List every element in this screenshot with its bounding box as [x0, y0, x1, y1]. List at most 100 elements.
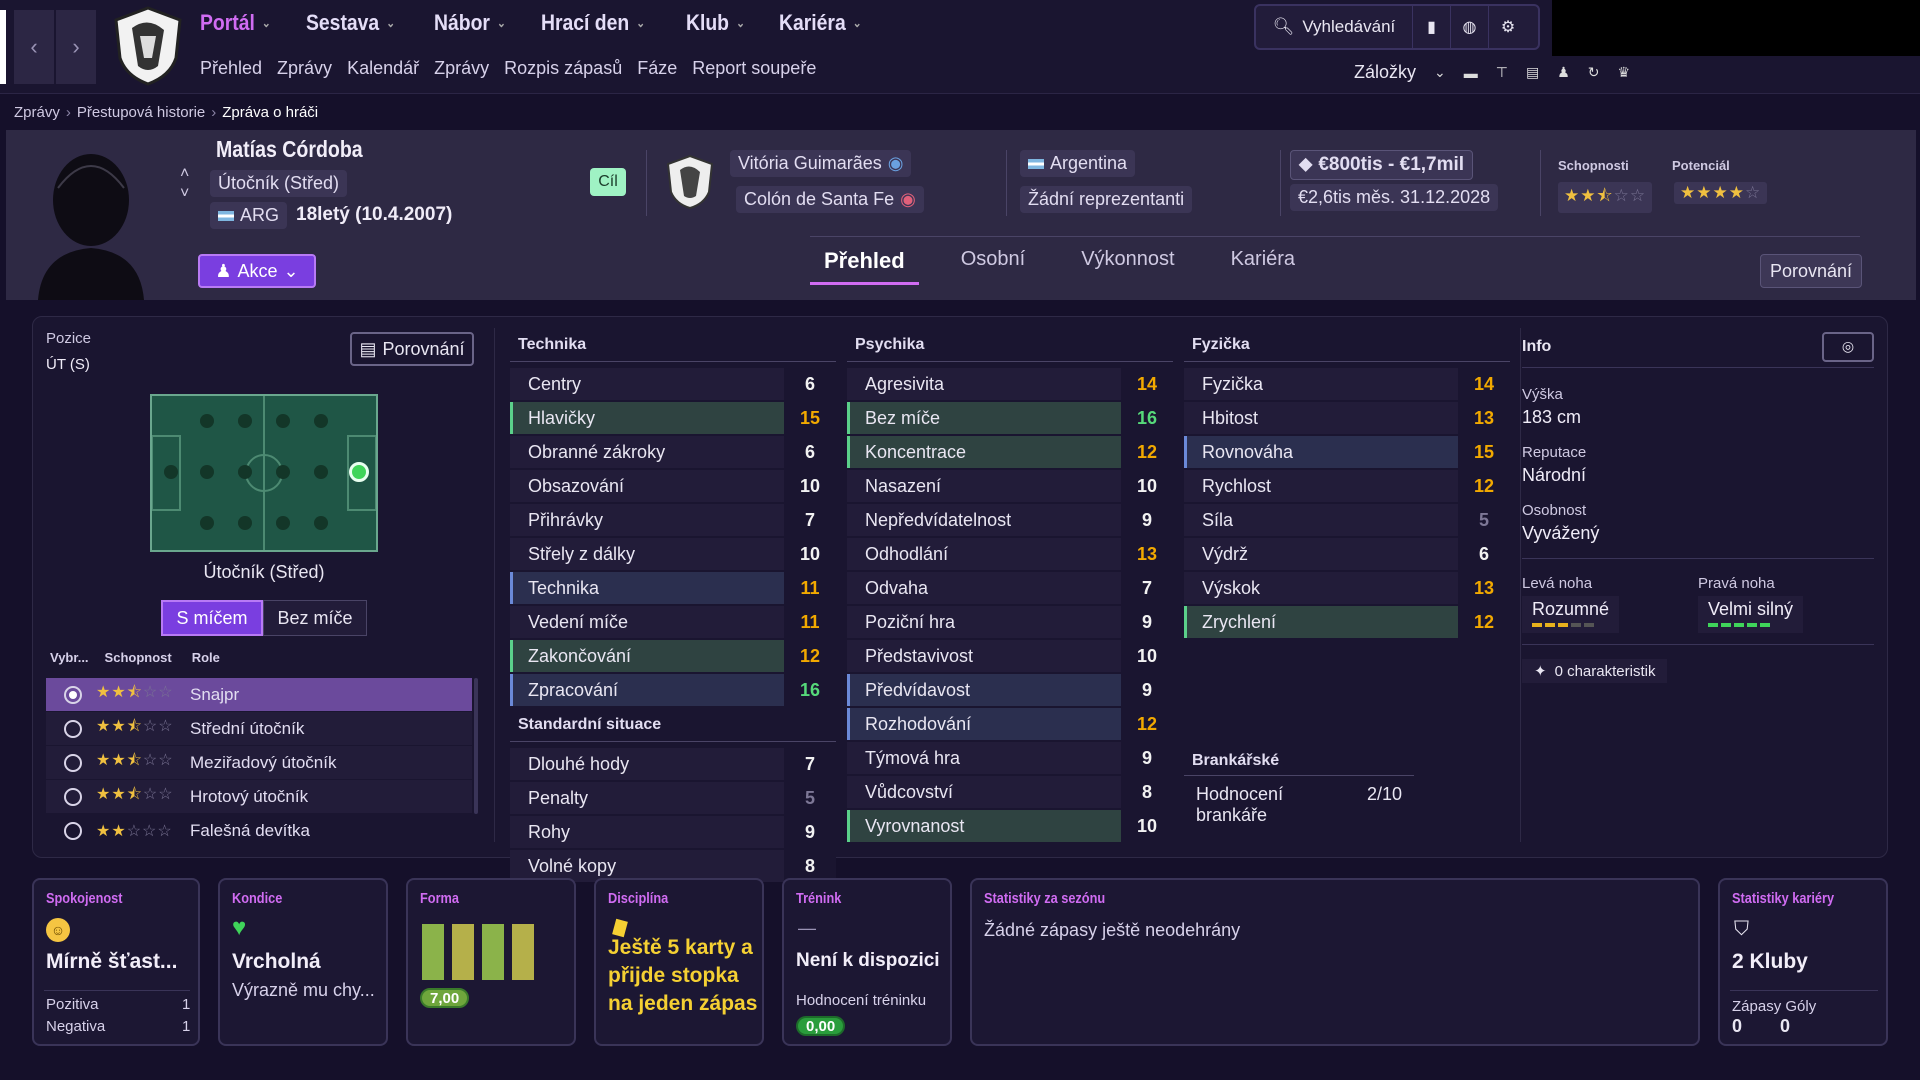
- attribute-row[interactable]: Centry 6: [510, 368, 836, 400]
- bookmark-icon[interactable]: ▮: [1413, 6, 1451, 48]
- radio-button[interactable]: [64, 787, 82, 806]
- gear-icon[interactable]: ⚙: [1489, 6, 1527, 48]
- club-crest-icon[interactable]: [112, 6, 184, 86]
- col-header[interactable]: Role: [192, 650, 220, 665]
- shirt-icon[interactable]: ⊤: [1496, 64, 1508, 81]
- tab-prehled[interactable]: Přehled: [810, 244, 919, 285]
- forward-button[interactable]: ›: [56, 10, 96, 84]
- attribute-row[interactable]: Obranné zákroky 6: [510, 436, 836, 468]
- breadcrumb-item[interactable]: Zprávy: [14, 104, 60, 121]
- role-row[interactable]: ★★☆☆☆ Falešná devítka: [46, 814, 472, 848]
- radio-button[interactable]: [64, 685, 82, 704]
- tab-osobni[interactable]: Osobní: [947, 244, 1039, 285]
- pitch-position-dot[interactable]: [238, 516, 252, 530]
- attribute-row[interactable]: Rychlost 12: [1184, 470, 1510, 502]
- role-row[interactable]: ★★⯪☆☆ Střední útočník: [46, 712, 472, 746]
- card-training[interactable]: Trénink — Není k dispozici Hodnocení tré…: [782, 878, 952, 1046]
- breadcrumb-item[interactable]: Přestupová historie: [77, 104, 205, 121]
- position-pitch[interactable]: [150, 394, 378, 552]
- attribute-row[interactable]: Koncentrace 12: [847, 436, 1173, 468]
- back-button[interactable]: ‹: [14, 10, 54, 84]
- refresh-icon[interactable]: ↻: [1588, 64, 1600, 81]
- attribute-row[interactable]: Odhodlání 13: [847, 538, 1173, 570]
- attribute-row[interactable]: Penalty 5: [510, 782, 836, 814]
- submenu-item[interactable]: Přehled: [200, 58, 262, 79]
- pitch-position-dot[interactable]: [164, 465, 178, 479]
- attribute-row[interactable]: Vůdcovství 8: [847, 776, 1173, 808]
- attribute-row[interactable]: Výdrž 6: [1184, 538, 1510, 570]
- attribute-row[interactable]: Agresivita 14: [847, 368, 1173, 400]
- submenu-item[interactable]: Rozpis zápasů: [504, 58, 622, 79]
- submenu-item[interactable]: Report soupeře: [692, 58, 816, 79]
- seg-with-ball[interactable]: S míčem: [161, 600, 263, 636]
- attribute-row[interactable]: Nepředvídatelnost 9: [847, 504, 1173, 536]
- position-compare-button[interactable]: ▤ Porovnání: [350, 332, 474, 366]
- pitch-position-dot[interactable]: [200, 414, 214, 428]
- attribute-row[interactable]: Zpracování 16: [510, 674, 836, 706]
- attribute-row[interactable]: Rohy 9: [510, 816, 836, 848]
- pitch-position-dot[interactable]: [314, 516, 328, 530]
- radio-button[interactable]: [64, 753, 82, 772]
- radio-button[interactable]: [64, 719, 82, 738]
- menu-sestava[interactable]: Sestava ⌄: [306, 10, 395, 36]
- seg-without-ball[interactable]: Bez míče: [263, 600, 367, 636]
- radio-button[interactable]: [64, 821, 82, 840]
- pitch-position-dot[interactable]: [238, 414, 252, 428]
- submenu-item[interactable]: Fáze: [637, 58, 677, 79]
- attribute-row[interactable]: Technika 11: [510, 572, 836, 604]
- board-icon[interactable]: ▤: [1526, 64, 1539, 81]
- attribute-row[interactable]: Fyzička 14: [1184, 368, 1510, 400]
- attribute-row[interactable]: Střely z dálky 10: [510, 538, 836, 570]
- role-row[interactable]: ★★⯪☆☆ Hrotový útočník: [46, 780, 472, 814]
- traits-button[interactable]: ✦ 0 charakteristik: [1522, 659, 1668, 683]
- globe-icon[interactable]: ◍: [1451, 6, 1489, 48]
- pitch-position-dot[interactable]: [314, 465, 328, 479]
- staff-icon[interactable]: ♟: [1557, 64, 1570, 81]
- submenu-item[interactable]: Zprávy: [434, 58, 489, 79]
- attribute-row[interactable]: Vedení míče 11: [510, 606, 836, 638]
- menu-portal[interactable]: Portál ⌄: [200, 10, 271, 36]
- chat-icon[interactable]: ▬: [1464, 65, 1478, 81]
- card-discipline[interactable]: Disciplína Ještě 5 karty a přijde stopka…: [594, 878, 764, 1046]
- card-condition[interactable]: Kondice ♥ Vrcholná Výrazně mu chy...: [218, 878, 388, 1046]
- role-row[interactable]: ★★⯪☆☆ Meziřadový útočník: [46, 746, 472, 780]
- card-season-stats[interactable]: Statistiky za sezónu Žádné zápasy ještě …: [970, 878, 1700, 1046]
- pitch-position-dot[interactable]: [200, 465, 214, 479]
- attribute-row[interactable]: Dlouhé hody 7: [510, 748, 836, 780]
- pitch-position-dot[interactable]: [238, 465, 252, 479]
- col-header[interactable]: Schopnost: [105, 650, 172, 665]
- attribute-row[interactable]: Obsazování 10: [510, 470, 836, 502]
- attribute-row[interactable]: Zakončování 12: [510, 640, 836, 672]
- attribute-row[interactable]: Představivost 10: [847, 640, 1173, 672]
- attribute-row[interactable]: Hbitost 13: [1184, 402, 1510, 434]
- loan-club-name[interactable]: Colón de Santa Fe ◉: [736, 186, 924, 213]
- attribute-row[interactable]: Odvaha 7: [847, 572, 1173, 604]
- scrollbar[interactable]: [474, 678, 478, 814]
- pitch-position-dot[interactable]: [276, 516, 290, 530]
- card-career-stats[interactable]: Statistiky kariéry ⛉ 2 Kluby Zápasy Góly…: [1718, 878, 1888, 1046]
- club-badge-icon[interactable]: [664, 154, 716, 210]
- attribute-row[interactable]: Výskok 13: [1184, 572, 1510, 604]
- bookmarks-dropdown[interactable]: Záložky: [1354, 62, 1416, 83]
- nation-name[interactable]: Argentina: [1020, 150, 1136, 177]
- submenu-item[interactable]: Zprávy: [277, 58, 332, 79]
- menu-klub[interactable]: Klub ⌄: [686, 10, 745, 36]
- personality-icon[interactable]: ◎: [1822, 331, 1874, 362]
- action-button[interactable]: ♟ Akce ⌄: [198, 254, 316, 288]
- menu-kariera[interactable]: Kariéra ⌄: [779, 10, 862, 36]
- role-row[interactable]: ★★⯪☆☆ Snajpr: [46, 678, 472, 712]
- attribute-row[interactable]: Vyrovnanost 10: [847, 810, 1173, 842]
- attribute-row[interactable]: Týmová hra 9: [847, 742, 1173, 774]
- attribute-row[interactable]: Přihrávky 7: [510, 504, 836, 536]
- player-switch-arrows[interactable]: ˄ ˅: [180, 164, 189, 204]
- pitch-selected-position[interactable]: [349, 462, 369, 482]
- menu-nabor[interactable]: Nábor ⌄: [434, 10, 506, 36]
- chevron-down-icon[interactable]: ⌄: [1434, 64, 1446, 81]
- search-button[interactable]: 🔍︎ Vyhledávání: [1256, 6, 1413, 48]
- attribute-row[interactable]: Rovnováha 15: [1184, 436, 1510, 468]
- pitch-position-dot[interactable]: [276, 414, 290, 428]
- pitch-position-dot[interactable]: [314, 414, 328, 428]
- pitch-position-dot[interactable]: [276, 465, 290, 479]
- card-form[interactable]: Forma 7,00: [406, 878, 576, 1046]
- target-badge[interactable]: Cíl: [590, 168, 626, 196]
